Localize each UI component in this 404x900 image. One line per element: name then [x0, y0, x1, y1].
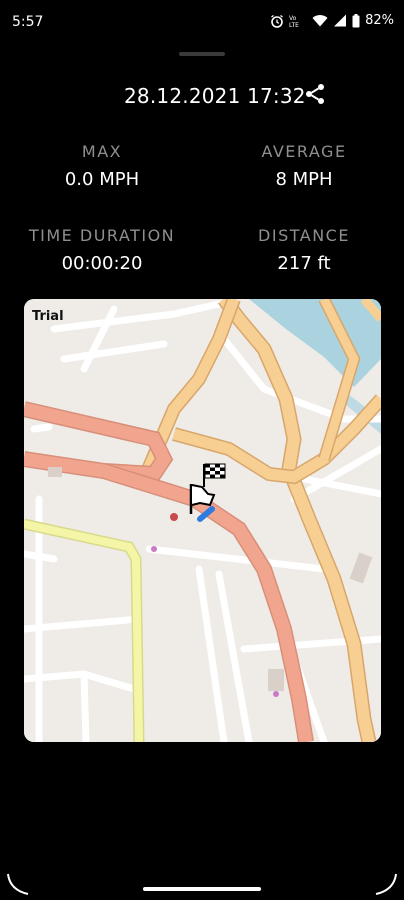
battery-icon	[352, 13, 360, 28]
signal-icon	[333, 14, 347, 27]
stat-time-duration: TIME DURATION 00:00:20	[12, 226, 192, 274]
screen-corner-right	[375, 873, 397, 895]
stat-average: AVERAGE 8 MPH	[214, 142, 394, 190]
poi-marker	[170, 513, 178, 521]
screen-corner-left	[7, 873, 29, 895]
stat-average-value: 8 MPH	[275, 169, 333, 190]
drag-handle[interactable]	[179, 52, 225, 56]
stat-max: MAX 0.0 MPH	[12, 142, 192, 190]
stat-average-label: AVERAGE	[261, 142, 347, 161]
map-canvas	[24, 299, 381, 742]
stat-time-duration-value: 00:00:20	[61, 253, 143, 274]
stat-max-value: 0.0 MPH	[64, 169, 140, 190]
alarm-icon	[270, 14, 284, 28]
svg-text:LTE: LTE	[289, 22, 299, 28]
trip-datetime: 28.12.2021 17:32	[124, 84, 306, 108]
svg-text:Vo: Vo	[289, 15, 297, 22]
header-row: 28.12.2021 17:32	[0, 80, 404, 112]
status-icons: Vo LTE 82%	[270, 13, 394, 28]
wifi-icon	[312, 14, 328, 27]
volte-icon: Vo LTE	[289, 14, 307, 28]
stat-distance-label: DISTANCE	[258, 226, 350, 245]
status-bar: 5:57 Vo LTE 82%	[0, 0, 404, 44]
home-indicator[interactable]	[143, 887, 261, 891]
building	[268, 669, 284, 691]
stat-distance: DISTANCE 217 ft	[214, 226, 394, 274]
stat-time-duration-label: TIME DURATION	[28, 226, 176, 245]
stat-max-label: MAX	[81, 142, 123, 161]
battery-percent: 82%	[365, 13, 394, 28]
status-time: 5:57	[12, 14, 44, 30]
share-icon[interactable]	[303, 82, 327, 110]
stat-distance-value: 217 ft	[277, 253, 331, 274]
route-map[interactable]: Trial	[24, 299, 381, 742]
map-label: Trial	[32, 309, 64, 324]
